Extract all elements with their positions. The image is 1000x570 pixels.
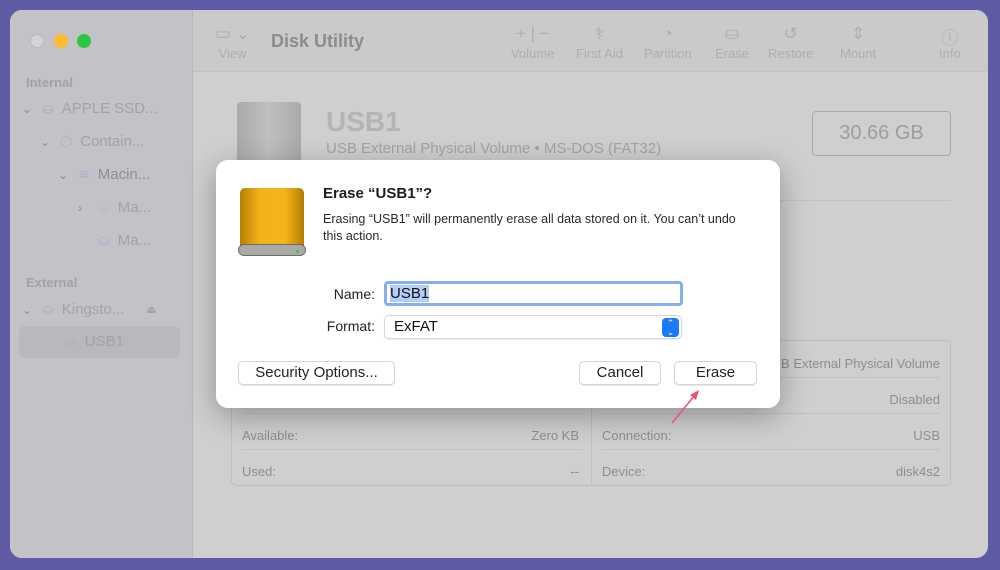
annotation-arrow bbox=[671, 390, 699, 424]
